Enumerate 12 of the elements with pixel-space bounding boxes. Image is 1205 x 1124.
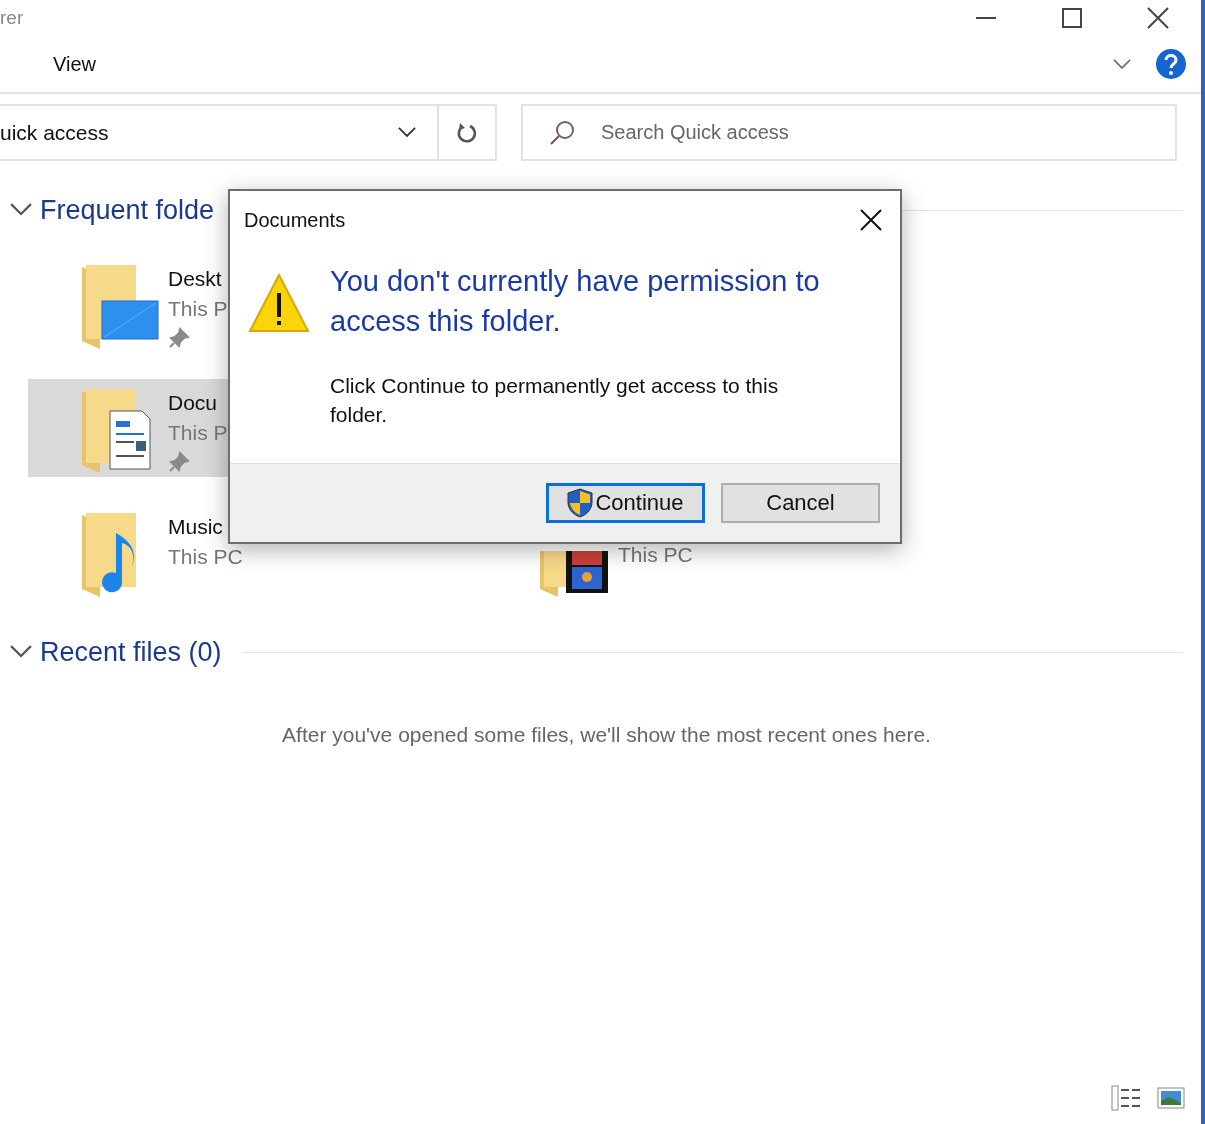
- folder-name: Music: [168, 515, 224, 539]
- dialog-message: Click Continue to permanently get access to this folder.: [330, 373, 780, 428]
- folder-location: This PC: [168, 545, 243, 569]
- folder-name: Deskt: [168, 267, 223, 291]
- folder-name: Docu: [168, 391, 219, 415]
- empty-message: After you've opened some files, we'll show the most recent ones here.: [282, 723, 931, 747]
- window-title: rer: [0, 7, 25, 29]
- folder-location: This PC: [618, 543, 693, 567]
- dialog-heading: You don't currently have permission to access this folder.: [330, 264, 821, 339]
- folder-location: This P: [168, 421, 228, 445]
- folder-location: This P: [168, 297, 228, 321]
- dialog-title: Documents: [244, 208, 346, 232]
